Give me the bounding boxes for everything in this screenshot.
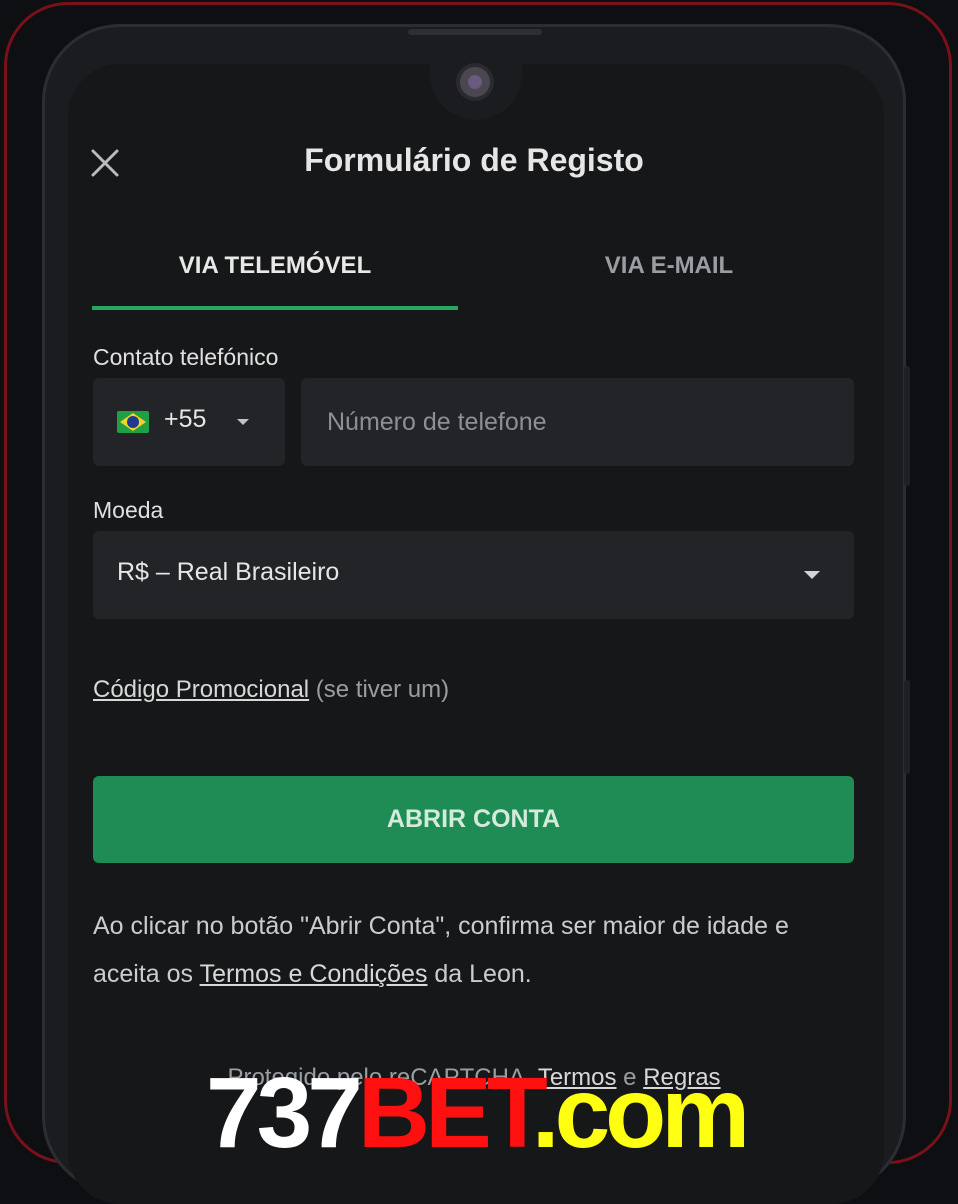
chevron-down-icon: [237, 419, 249, 425]
brazil-flag-icon: [117, 411, 149, 433]
chevron-down-icon: [804, 571, 820, 579]
phone-speaker: [408, 29, 542, 35]
phone-side-button: [904, 366, 910, 486]
site-watermark-logo: 737BET.com: [206, 1057, 750, 1169]
currency-select[interactable]: R$ – Real Brasileiro: [93, 531, 854, 619]
watermark-part-bet: BET: [357, 1057, 537, 1169]
camera-icon: [460, 67, 490, 97]
phone-number-input[interactable]: [301, 378, 854, 466]
phone-screen: [68, 64, 884, 1204]
country-code-select[interactable]: +55: [93, 378, 285, 466]
page-title: Formulário de Registo: [304, 142, 644, 178]
active-tab-indicator: [92, 306, 458, 310]
promo-code-link[interactable]: Código Promocional: [93, 676, 309, 703]
promo-code-hint: (se tiver um): [309, 676, 450, 703]
watermark-part-737: 737: [206, 1057, 363, 1169]
tab-via-email[interactable]: VIA E-MAIL: [486, 252, 852, 312]
open-account-button[interactable]: ABRIR CONTA: [93, 776, 854, 863]
country-code-value: +55: [164, 405, 207, 433]
tab-via-telemovel[interactable]: VIA TELEMÓVEL: [92, 252, 458, 312]
terms-disclaimer: Ao clicar no botão "Abrir Conta", confir…: [93, 902, 854, 998]
currency-selected-value: R$ – Real Brasileiro: [117, 558, 340, 586]
terms-conditions-link[interactable]: Termos e Condições: [200, 960, 428, 988]
promo-code-row: Código Promocional (se tiver um): [93, 676, 449, 704]
watermark-part-com: .com: [531, 1057, 750, 1169]
phone-side-button: [904, 680, 910, 774]
phone-label: Contato telefónico: [93, 344, 279, 370]
phone-number-field[interactable]: [301, 378, 854, 466]
currency-label: Moeda: [93, 497, 164, 523]
disclaimer-suffix: da Leon.: [427, 960, 532, 988]
